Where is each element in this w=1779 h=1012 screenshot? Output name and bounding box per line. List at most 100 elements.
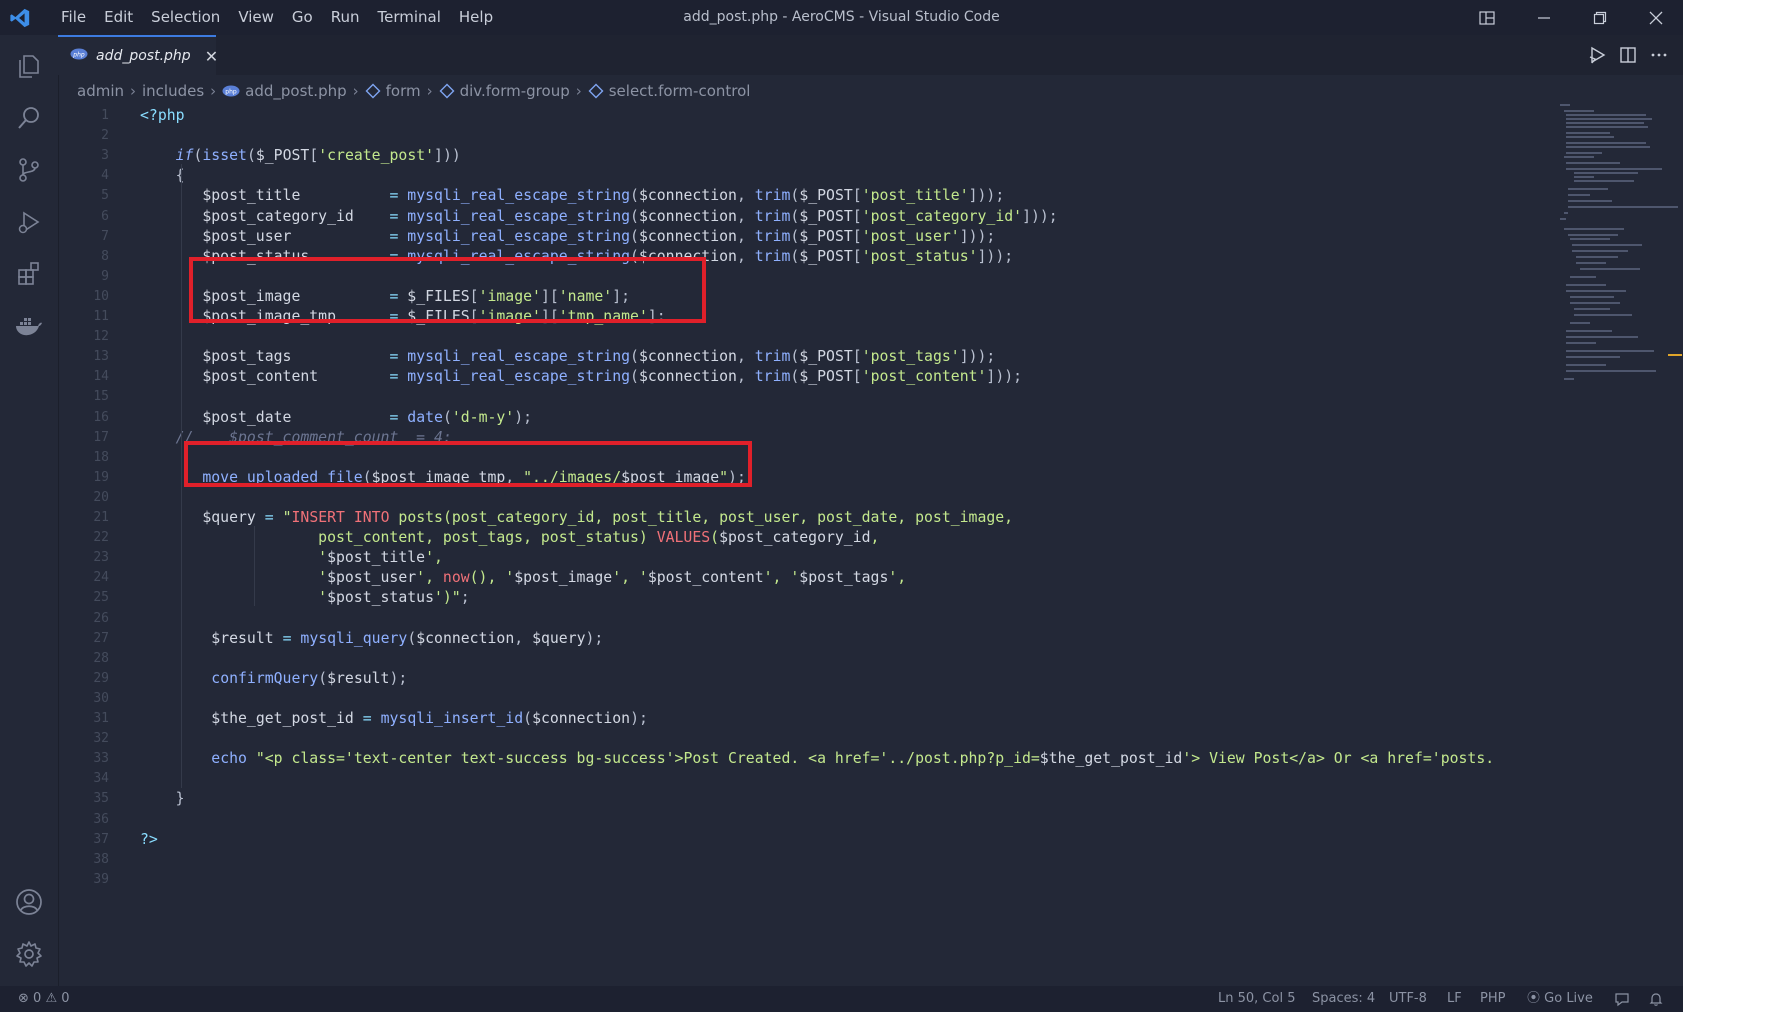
search-icon[interactable] bbox=[0, 93, 58, 143]
problems-indicator[interactable]: ⊗ 0 ⚠ 0 bbox=[18, 986, 70, 1012]
cursor-position[interactable]: Ln 50, Col 5 bbox=[1218, 986, 1295, 1012]
minimap-scroll-marker bbox=[1668, 354, 1682, 356]
menu-bar: File Edit Selection View Go Run Terminal… bbox=[52, 0, 502, 35]
close-window-icon[interactable] bbox=[1633, 0, 1679, 35]
more-actions-icon[interactable] bbox=[1647, 43, 1671, 67]
minimap-line bbox=[1568, 194, 1590, 196]
menu-go[interactable]: Go bbox=[283, 0, 322, 35]
menu-edit[interactable]: Edit bbox=[95, 0, 142, 35]
broadcast-icon: ⦿ bbox=[1527, 991, 1541, 1006]
breadcrumb-admin[interactable]: admin bbox=[77, 82, 124, 100]
source-control-icon[interactable] bbox=[0, 145, 58, 195]
minimap-line bbox=[1566, 364, 1606, 366]
minimap-line bbox=[1566, 142, 1646, 144]
breadcrumb-div[interactable]: div.form-group bbox=[460, 82, 570, 100]
minimap-line bbox=[1580, 268, 1640, 270]
settings-gear-icon[interactable] bbox=[0, 929, 58, 979]
minimap-line bbox=[1568, 200, 1612, 202]
notifications-bell-icon[interactable] bbox=[1648, 986, 1664, 1012]
docker-icon[interactable] bbox=[0, 301, 58, 351]
indent-guide bbox=[254, 526, 255, 606]
minimap-line bbox=[1574, 314, 1632, 316]
minimap[interactable] bbox=[1560, 104, 1682, 984]
line-number: 39 bbox=[93, 871, 109, 887]
minimap-line bbox=[1566, 370, 1656, 372]
minimap-line bbox=[1574, 308, 1610, 310]
minimap-line bbox=[1570, 302, 1620, 304]
explorer-icon[interactable] bbox=[0, 41, 58, 91]
feedback-icon[interactable] bbox=[1614, 986, 1630, 1012]
minimap-line bbox=[1572, 244, 1642, 246]
layout-toggle-icon[interactable] bbox=[1464, 0, 1510, 35]
tab-add-post[interactable]: php add_post.php ✕ bbox=[58, 35, 218, 75]
minimap-line bbox=[1564, 378, 1574, 380]
tab-close-icon[interactable]: ✕ bbox=[205, 47, 218, 66]
extensions-icon[interactable] bbox=[0, 249, 58, 299]
breadcrumb-form[interactable]: form bbox=[386, 82, 421, 100]
error-icon: ⊗ bbox=[18, 991, 29, 1006]
highlight-box-image-vars bbox=[189, 257, 706, 323]
minimap-line bbox=[1566, 356, 1620, 358]
breadcrumb-file[interactable]: add_post.php bbox=[245, 82, 346, 100]
minimap-line bbox=[1566, 162, 1620, 164]
minimap-line bbox=[1564, 110, 1594, 112]
minimap-line bbox=[1568, 206, 1678, 208]
warning-count: 0 bbox=[61, 991, 70, 1006]
svg-text:php: php bbox=[72, 51, 85, 58]
breadcrumb-includes[interactable]: includes bbox=[142, 82, 204, 100]
minimap-line bbox=[1568, 188, 1608, 190]
encoding[interactable]: UTF-8 bbox=[1389, 986, 1427, 1012]
minimap-line bbox=[1564, 156, 1594, 158]
minimap-line bbox=[1574, 180, 1634, 182]
minimap-line bbox=[1570, 276, 1596, 278]
vscode-window: File Edit Selection View Go Run Terminal… bbox=[0, 0, 1683, 1012]
indentation[interactable]: Spaces: 4 bbox=[1312, 986, 1375, 1012]
php-file-icon: php bbox=[222, 85, 240, 97]
activity-bar bbox=[0, 35, 59, 986]
minimap-line bbox=[1564, 212, 1568, 214]
menu-terminal[interactable]: Terminal bbox=[369, 0, 450, 35]
minimap-line bbox=[1566, 336, 1638, 338]
vscode-logo-icon bbox=[10, 8, 30, 28]
minimap-line bbox=[1566, 342, 1596, 344]
status-bar: ⊗ 0 ⚠ 0 Ln 50, Col 5 Spaces: 4 UTF-8 LF … bbox=[0, 986, 1683, 1012]
minimap-line bbox=[1570, 296, 1614, 298]
language-mode[interactable]: PHP bbox=[1480, 986, 1505, 1012]
menu-help[interactable]: Help bbox=[450, 0, 502, 35]
breadcrumb: admin › includes › php add_post.php › fo… bbox=[77, 80, 750, 102]
end-of-line[interactable]: LF bbox=[1447, 986, 1462, 1012]
breadcrumb-separator-icon: › bbox=[426, 82, 433, 100]
account-icon[interactable] bbox=[0, 877, 58, 927]
warning-icon: ⚠ bbox=[45, 991, 58, 1006]
menu-view[interactable]: View bbox=[229, 0, 283, 35]
restore-icon[interactable] bbox=[1577, 0, 1623, 35]
minimap-line bbox=[1566, 122, 1644, 124]
tab-label: add_post.php bbox=[96, 48, 191, 64]
menu-run[interactable]: Run bbox=[322, 0, 369, 35]
breadcrumb-select[interactable]: select.form-control bbox=[609, 82, 751, 100]
minimap-line bbox=[1566, 330, 1612, 332]
minimap-line bbox=[1566, 284, 1606, 286]
error-count: 0 bbox=[33, 991, 42, 1006]
split-editor-icon[interactable] bbox=[1616, 43, 1640, 67]
minimap-line bbox=[1576, 256, 1618, 258]
title-bar: File Edit Selection View Go Run Terminal… bbox=[0, 0, 1683, 35]
minimap-line bbox=[1570, 238, 1610, 240]
minimap-line bbox=[1574, 172, 1638, 174]
minimize-icon[interactable] bbox=[1521, 0, 1567, 35]
menu-file[interactable]: File bbox=[52, 0, 95, 35]
minimap-line bbox=[1564, 228, 1624, 230]
minimap-line bbox=[1568, 234, 1618, 236]
minimap-line bbox=[1566, 136, 1614, 138]
minimap-line bbox=[1566, 350, 1654, 352]
minimap-line bbox=[1560, 104, 1570, 106]
run-file-icon[interactable] bbox=[1585, 43, 1609, 67]
symbol-element-icon bbox=[365, 83, 381, 99]
tab-bar: php add_post.php ✕ bbox=[58, 35, 1683, 75]
php-file-icon: php bbox=[70, 48, 88, 64]
run-debug-icon[interactable] bbox=[0, 197, 58, 247]
go-live-button[interactable]: ⦿ Go Live bbox=[1527, 986, 1593, 1012]
svg-text:php: php bbox=[225, 88, 237, 95]
menu-selection[interactable]: Selection bbox=[142, 0, 229, 35]
code-editor[interactable]: 1 <?php 2 3 if(isset($_POST['create_post'… bbox=[58, 104, 1553, 984]
